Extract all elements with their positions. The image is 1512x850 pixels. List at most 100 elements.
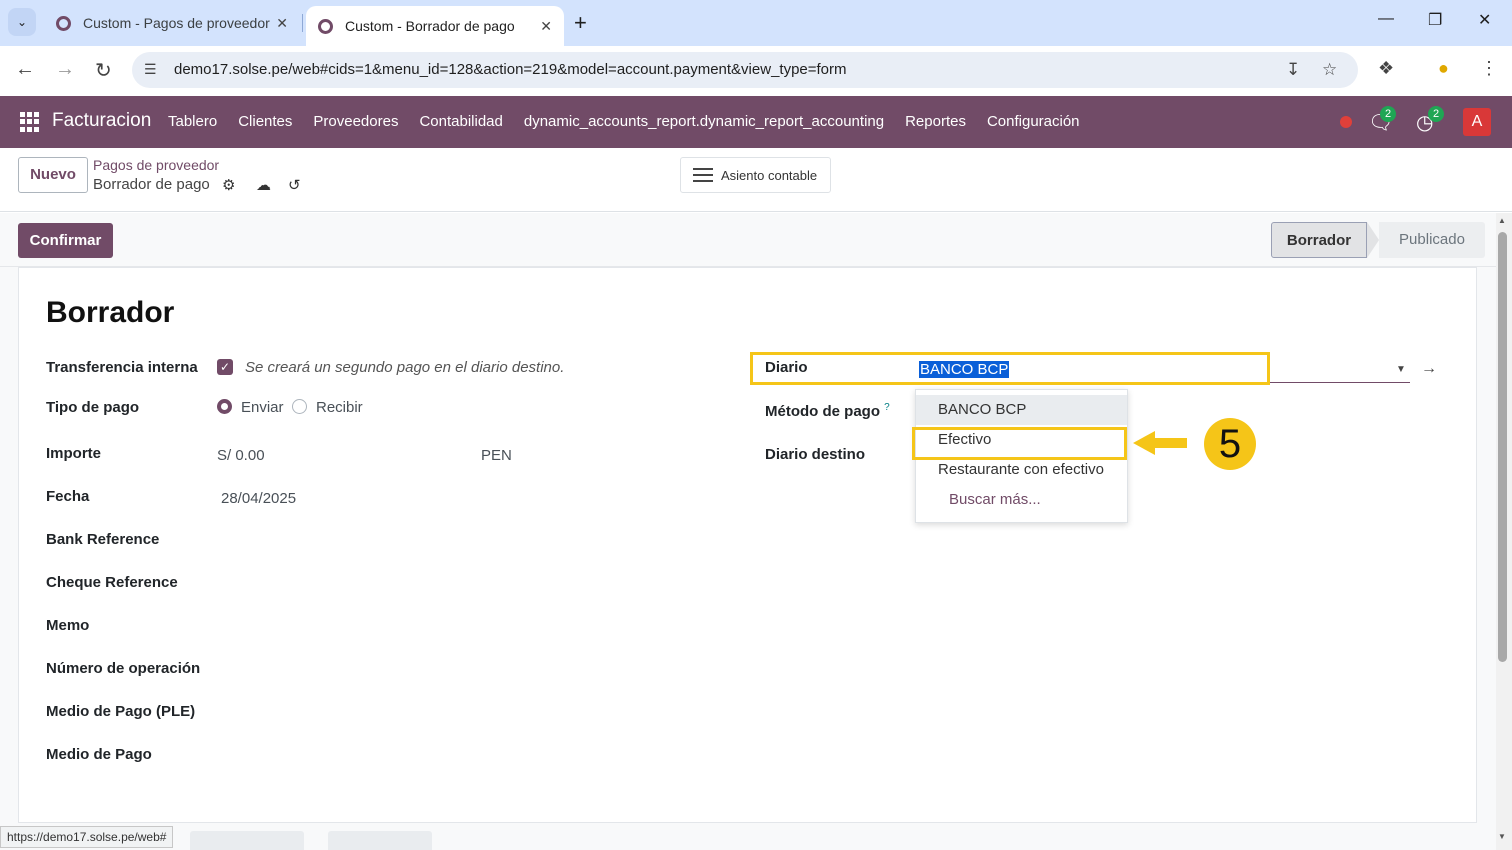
internal-transfer-checkbox[interactable]: ✓ (217, 359, 233, 375)
journal-entry-button[interactable]: Asiento contable (680, 157, 831, 193)
internal-transfer-help: Se creará un segundo pago en el diario d… (245, 359, 565, 376)
activities-badge: 2 (1428, 106, 1444, 122)
install-app-icon[interactable]: ↧ (1286, 60, 1300, 80)
destination-journal-label: Diario destino (765, 446, 866, 463)
address-bar[interactable]: ☰ demo17.solse.pe/web#cids=1&menu_id=128… (132, 52, 1358, 88)
minimize-icon[interactable]: — (1378, 10, 1394, 28)
gear-icon[interactable]: ⚙ (222, 176, 235, 194)
menu-item-dynamic-report[interactable]: dynamic_accounts_report.dynamic_report_a… (524, 113, 884, 130)
chatter-tab[interactable] (328, 831, 432, 850)
payment-medium-ple-label: Medio de Pago (PLE) (46, 703, 196, 720)
status-steps: Borrador Publicado (1271, 222, 1485, 258)
tab-title: Custom - Pagos de proveedor (83, 15, 270, 31)
odoo-favicon-icon (56, 15, 71, 31)
bank-reference-label: Bank Reference (46, 531, 160, 548)
main-menu: Tablero Clientes Proveedores Contabilida… (168, 113, 1101, 130)
payment-method-label-text: Método de pago (765, 403, 880, 420)
scrollbar-thumb[interactable] (1498, 232, 1507, 662)
status-step-borrador[interactable]: Borrador (1271, 222, 1367, 258)
internal-link-arrow-icon[interactable]: → (1421, 360, 1437, 378)
menu-item-configuracion[interactable]: Configuración (987, 113, 1080, 130)
payment-type-radio-recibir[interactable] (292, 399, 307, 414)
menu-item-tablero[interactable]: Tablero (168, 113, 217, 130)
tab-separator (302, 14, 303, 32)
restore-icon[interactable]: ❐ (1428, 10, 1442, 30)
memo-label: Memo (46, 617, 90, 634)
page-title: Borrador (46, 296, 175, 329)
menu-item-reportes[interactable]: Reportes (905, 113, 966, 130)
activities-clock-icon[interactable]: ◷ 2 (1416, 106, 1444, 135)
dropdown-search-more[interactable]: Buscar más... (916, 485, 1127, 515)
payment-type-label: Tipo de pago (46, 399, 140, 416)
back-arrow-icon[interactable]: ← (15, 58, 35, 81)
browser-toolbar: ← → ↻ ☰ demo17.solse.pe/web#cids=1&menu_… (0, 46, 1512, 96)
annotation-step-badge: 5 (1204, 418, 1256, 470)
discard-undo-icon[interactable]: ↺ (288, 176, 301, 194)
annotation-arrow-icon (1133, 431, 1187, 455)
amount-label: Importe (46, 445, 102, 462)
close-icon[interactable]: ✕ (276, 15, 288, 32)
app-brand[interactable]: Facturacion (52, 110, 151, 132)
confirm-button[interactable]: Confirmar (18, 223, 113, 258)
journal-label: Diario (765, 359, 808, 376)
reload-icon[interactable]: ↻ (95, 58, 112, 83)
journal-input[interactable]: BANCO BCP (919, 361, 1010, 378)
profile-icon[interactable]: ● (1438, 58, 1449, 79)
date-input[interactable]: 28/04/2025 (221, 490, 296, 507)
date-label: Fecha (46, 488, 90, 505)
menu-item-proveedores[interactable]: Proveedores (313, 113, 398, 130)
browser-tab-borrador-pago[interactable]: Custom - Borrador de pago ✕ (306, 6, 564, 46)
dropdown-option-banco-bcp[interactable]: BANCO BCP (916, 395, 1127, 425)
messages-badge: 2 (1380, 106, 1396, 122)
new-button[interactable]: Nuevo (18, 157, 88, 193)
browser-tab-pagos-proveedor[interactable]: Custom - Pagos de proveedor ✕ (44, 6, 300, 40)
odoo-navbar: Facturacion Tablero Clientes Proveedores… (0, 96, 1512, 148)
amount-input[interactable]: S/ 0.00 (217, 447, 265, 464)
currency-field[interactable]: PEN (481, 447, 512, 464)
payment-type-radio-enviar[interactable] (217, 399, 232, 414)
close-icon[interactable]: ✕ (540, 18, 552, 35)
menu-item-clientes[interactable]: Clientes (238, 113, 292, 130)
address-url: demo17.solse.pe/web#cids=1&menu_id=128&a… (174, 61, 847, 78)
payment-method-label: Método de pago ? (765, 402, 890, 420)
apps-grid-icon[interactable] (20, 112, 40, 132)
bookmark-star-icon[interactable]: ☆ (1322, 60, 1337, 80)
journal-entry-label: Asiento contable (721, 167, 818, 183)
chatter-tab[interactable] (190, 831, 304, 850)
scroll-up-icon[interactable]: ▲ (1498, 216, 1506, 225)
help-tooltip-icon[interactable]: ? (884, 402, 890, 413)
scroll-down-icon[interactable]: ▼ (1498, 832, 1506, 841)
odoo-favicon-icon (318, 18, 333, 34)
browser-menu-icon[interactable]: ⋮ (1480, 58, 1498, 79)
breadcrumb-current: Borrador de pago (93, 176, 210, 193)
tab-title: Custom - Borrador de pago (345, 18, 515, 34)
user-avatar[interactable]: A (1463, 108, 1491, 136)
control-panel: Nuevo Pagos de proveedor Borrador de pag… (0, 148, 1512, 212)
link-status-bubble: https://demo17.solse.pe/web# (0, 826, 174, 848)
form-sheet (18, 267, 1477, 823)
menu-item-contabilidad[interactable]: Contabilidad (419, 113, 502, 130)
list-icon (693, 168, 713, 182)
save-cloud-icon[interactable]: ☁ (256, 176, 271, 194)
efectivo-highlight-box (912, 427, 1127, 460)
dropdown-caret-icon[interactable]: ▼ (1396, 364, 1406, 375)
tab-search-chevron-icon[interactable]: ⌄ (8, 8, 36, 36)
payment-medium-label: Medio de Pago (46, 746, 152, 763)
radio-label-enviar[interactable]: Enviar (241, 399, 284, 416)
journal-input-underline (1270, 382, 1410, 383)
site-settings-icon[interactable]: ☰ (144, 61, 157, 78)
status-step-publicado[interactable]: Publicado (1379, 222, 1485, 258)
internal-transfer-label: Transferencia interna (46, 359, 198, 376)
status-step-arrow (1367, 222, 1379, 258)
close-window-icon[interactable]: ✕ (1478, 10, 1491, 30)
radio-label-recibir[interactable]: Recibir (316, 399, 363, 416)
recording-dot-icon (1340, 116, 1352, 128)
new-tab-plus-icon[interactable]: + (574, 10, 587, 36)
forward-arrow-icon[interactable]: → (55, 58, 75, 81)
browser-tabstrip: ⌄ Custom - Pagos de proveedor ✕ Custom -… (0, 0, 1512, 46)
breadcrumb-parent[interactable]: Pagos de proveedor (93, 157, 219, 173)
messages-icon[interactable]: 🗨 2 (1368, 106, 1396, 135)
journal-highlight-box (750, 352, 1270, 385)
operation-number-label: Número de operación (46, 660, 201, 677)
extensions-icon[interactable]: ❖ (1378, 58, 1394, 79)
